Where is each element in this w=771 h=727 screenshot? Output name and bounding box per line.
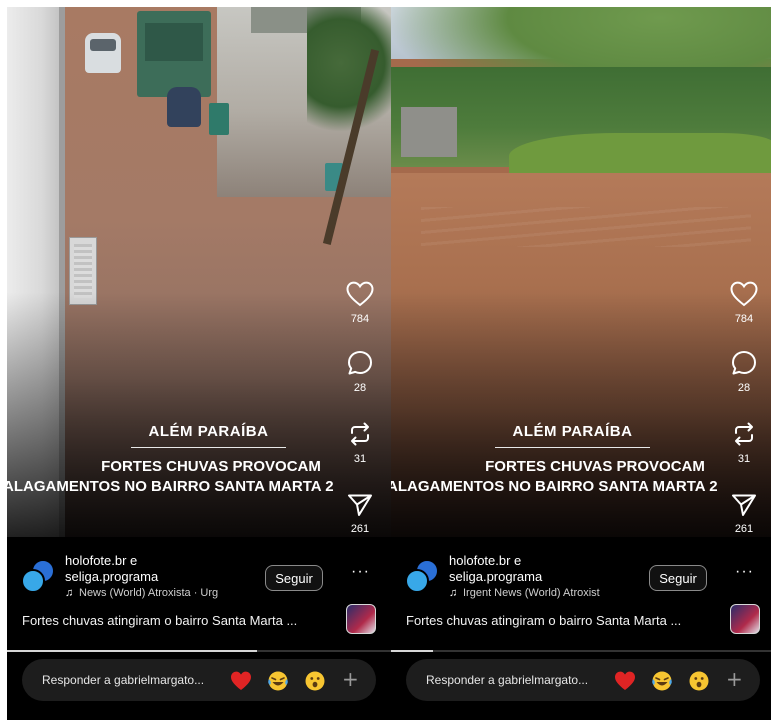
- reply-input[interactable]: Responder a gabrielmargato...: [426, 673, 606, 687]
- audio-track[interactable]: ♫ Irgent News (World) Atroxist: [449, 587, 649, 599]
- post-headline: FORTES CHUVAS PROVOCAM ALAGAMENTOS NO BA…: [7, 457, 391, 497]
- more-options-icon[interactable]: ···: [351, 563, 370, 581]
- author-names[interactable]: holofote.br e seliga.programa: [449, 553, 542, 585]
- tears-of-joy-emoji[interactable]: [267, 670, 289, 692]
- audio-track-label: News (World) Atroxista · Urg: [79, 587, 219, 599]
- share-button[interactable]: 261: [727, 493, 761, 535]
- music-note-icon: ♫: [449, 587, 458, 599]
- audio-album-thumbnail[interactable]: [346, 604, 376, 634]
- music-note-icon: ♫: [65, 587, 74, 599]
- post-caption[interactable]: Fortes chuvas atingiram o bairro Santa M…: [22, 613, 297, 628]
- repost-button[interactable]: 31: [727, 421, 761, 465]
- video-progress-bar[interactable]: [391, 650, 771, 652]
- repost-count: 31: [353, 453, 367, 465]
- follow-button[interactable]: Seguir: [649, 565, 707, 591]
- speech-bubble-icon: [348, 351, 372, 375]
- reply-bar[interactable]: Responder a gabrielmargato... +: [406, 659, 760, 701]
- author-line-1: holofote.br e: [65, 553, 138, 568]
- video-progress-bar[interactable]: [7, 650, 391, 652]
- audio-track-label: Irgent News (World) Atroxist: [463, 587, 600, 599]
- repost-arrows-icon: [351, 422, 369, 446]
- headline-line-2: ALAGAMENTOS NO BAIRRO SANTA MARTA 2: [7, 478, 334, 495]
- follow-button[interactable]: Seguir: [265, 565, 323, 591]
- author-names[interactable]: holofote.br e seliga.programa: [65, 553, 158, 585]
- astonished-face-emoji[interactable]: [304, 670, 326, 692]
- share-count: 261: [734, 523, 754, 535]
- reply-bar[interactable]: Responder a gabrielmargato... +: [22, 659, 376, 701]
- share-count: 261: [350, 523, 370, 535]
- plus-icon[interactable]: +: [342, 668, 364, 690]
- red-heart-emoji[interactable]: [230, 670, 252, 692]
- paper-plane-icon: [348, 494, 372, 516]
- progress-fill: [7, 650, 257, 652]
- more-options-icon[interactable]: ···: [735, 563, 754, 581]
- plus-icon[interactable]: +: [726, 668, 748, 690]
- tears-of-joy-emoji[interactable]: [651, 670, 673, 692]
- author-avatars[interactable]: [21, 559, 57, 595]
- post-caption[interactable]: Fortes chuvas atingiram o bairro Santa M…: [406, 613, 681, 628]
- like-button[interactable]: 784: [727, 281, 761, 325]
- reel-panel-right: ALÉM PARAÍBA FORTES CHUVAS PROVOCAM ALAG…: [391, 7, 771, 720]
- post-headline: FORTES CHUVAS PROVOCAM ALAGAMENTOS NO BA…: [391, 457, 771, 497]
- reel-panel-left: ALÉM PARAÍBA FORTES CHUVAS PROVOCAM ALAG…: [7, 7, 391, 720]
- like-count: 784: [350, 313, 370, 325]
- paper-plane-icon: [732, 494, 756, 516]
- speech-bubble-icon: [732, 351, 756, 375]
- audio-album-thumbnail[interactable]: [730, 604, 760, 634]
- headline-line-1: FORTES CHUVAS PROVOCAM: [101, 458, 321, 475]
- comment-count: 28: [737, 382, 751, 394]
- audio-track[interactable]: ♫ News (World) Atroxista · Urg: [65, 587, 265, 599]
- author-line-1: holofote.br e: [449, 553, 522, 568]
- share-button[interactable]: 261: [343, 493, 377, 535]
- author-line-2: seliga.programa: [65, 569, 159, 584]
- red-heart-emoji[interactable]: [614, 670, 636, 692]
- avatar: [21, 569, 45, 593]
- comment-button[interactable]: 28: [727, 350, 761, 394]
- repost-button[interactable]: 31: [343, 421, 377, 465]
- repost-count: 31: [737, 453, 751, 465]
- headline-line-2: ALAGAMENTOS NO BAIRRO SANTA MARTA 2: [391, 478, 718, 495]
- author-line-2: seliga.programa: [449, 569, 543, 584]
- comment-count: 28: [353, 382, 367, 394]
- reply-input[interactable]: Responder a gabrielmargato...: [42, 673, 222, 687]
- progress-fill: [391, 650, 434, 652]
- post-location: ALÉM PARAÍBA: [495, 423, 650, 448]
- avatar: [405, 569, 429, 593]
- heart-outline-icon: [730, 281, 758, 307]
- astonished-face-emoji[interactable]: [688, 670, 710, 692]
- author-avatars[interactable]: [405, 559, 441, 595]
- comment-button[interactable]: 28: [343, 350, 377, 394]
- headline-line-1: FORTES CHUVAS PROVOCAM: [485, 458, 705, 475]
- repost-arrows-icon: [735, 422, 753, 446]
- post-location: ALÉM PARAÍBA: [131, 423, 286, 448]
- heart-outline-icon: [346, 281, 374, 307]
- like-count: 784: [734, 313, 754, 325]
- like-button[interactable]: 784: [343, 281, 377, 325]
